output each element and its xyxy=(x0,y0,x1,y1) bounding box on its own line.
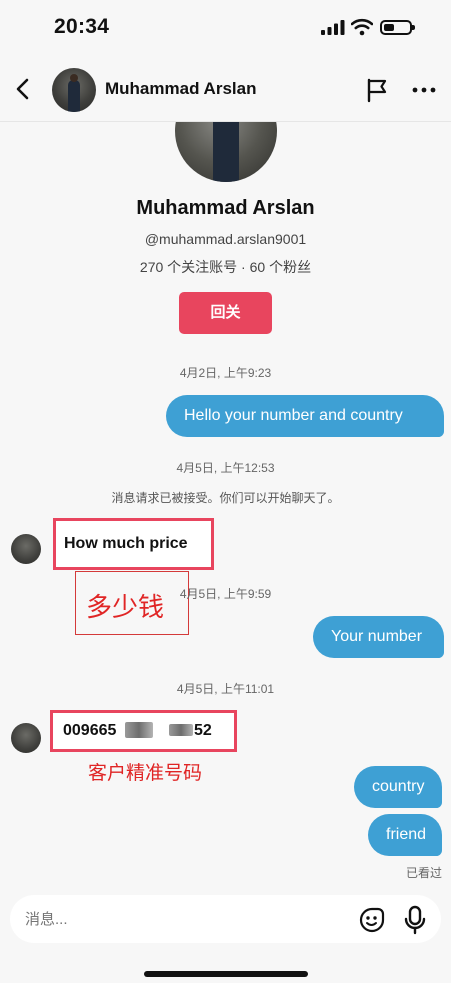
outgoing-message[interactable]: Hello your number and country xyxy=(166,395,444,437)
incoming-message-prefix[interactable]: 009665 xyxy=(63,722,116,740)
timestamp: 4月5日, 上午9:59 xyxy=(179,587,272,601)
sender-avatar[interactable] xyxy=(11,534,41,564)
annotation-label: 客户精准号码 xyxy=(88,763,203,784)
outgoing-message[interactable]: Your number xyxy=(313,616,444,658)
profile-avatar-container xyxy=(0,122,451,182)
profile-name: Muhammad Arslan xyxy=(136,197,315,219)
seen-status: 已看过 xyxy=(405,866,442,880)
header-title[interactable]: Muhammad Arslan xyxy=(105,79,256,99)
outgoing-message[interactable]: friend xyxy=(368,814,442,856)
home-indicator[interactable] xyxy=(144,971,308,977)
battery-icon xyxy=(380,20,415,35)
profile-handle: @muhammad.arslan9001 xyxy=(144,231,307,247)
emoji-sticker-icon[interactable] xyxy=(358,906,386,934)
profile-avatar[interactable] xyxy=(175,122,277,182)
timestamp: 4月5日, 上午12:53 xyxy=(176,461,275,475)
timestamp: 4月2日, 上午9:23 xyxy=(179,366,272,380)
chevron-left-icon[interactable] xyxy=(12,77,36,101)
flag-icon[interactable] xyxy=(364,77,390,103)
redacted-block xyxy=(169,724,193,736)
header-avatar[interactable] xyxy=(52,68,96,112)
status-time: 20:34 xyxy=(54,15,110,38)
cellular-signal-icon xyxy=(321,20,345,35)
sender-avatar[interactable] xyxy=(11,723,41,753)
more-horizontal-icon[interactable] xyxy=(411,78,437,102)
incoming-message[interactable]: How much price xyxy=(64,535,188,553)
incoming-message-suffix[interactable]: 52 xyxy=(194,722,212,740)
redacted-block xyxy=(125,722,153,738)
outgoing-message[interactable]: country xyxy=(354,766,442,808)
wifi-icon xyxy=(351,18,373,36)
timestamp: 4月5日, 上午11:01 xyxy=(176,682,275,696)
message-input[interactable] xyxy=(25,911,225,928)
follow-back-button[interactable]: 回关 xyxy=(179,292,272,334)
profile-stats: 270 个关注账号 · 60 个粉丝 xyxy=(139,259,312,275)
system-notice: 消息请求已被接受。你们可以开始聊天了。 xyxy=(111,491,340,505)
microphone-icon[interactable] xyxy=(402,905,428,935)
